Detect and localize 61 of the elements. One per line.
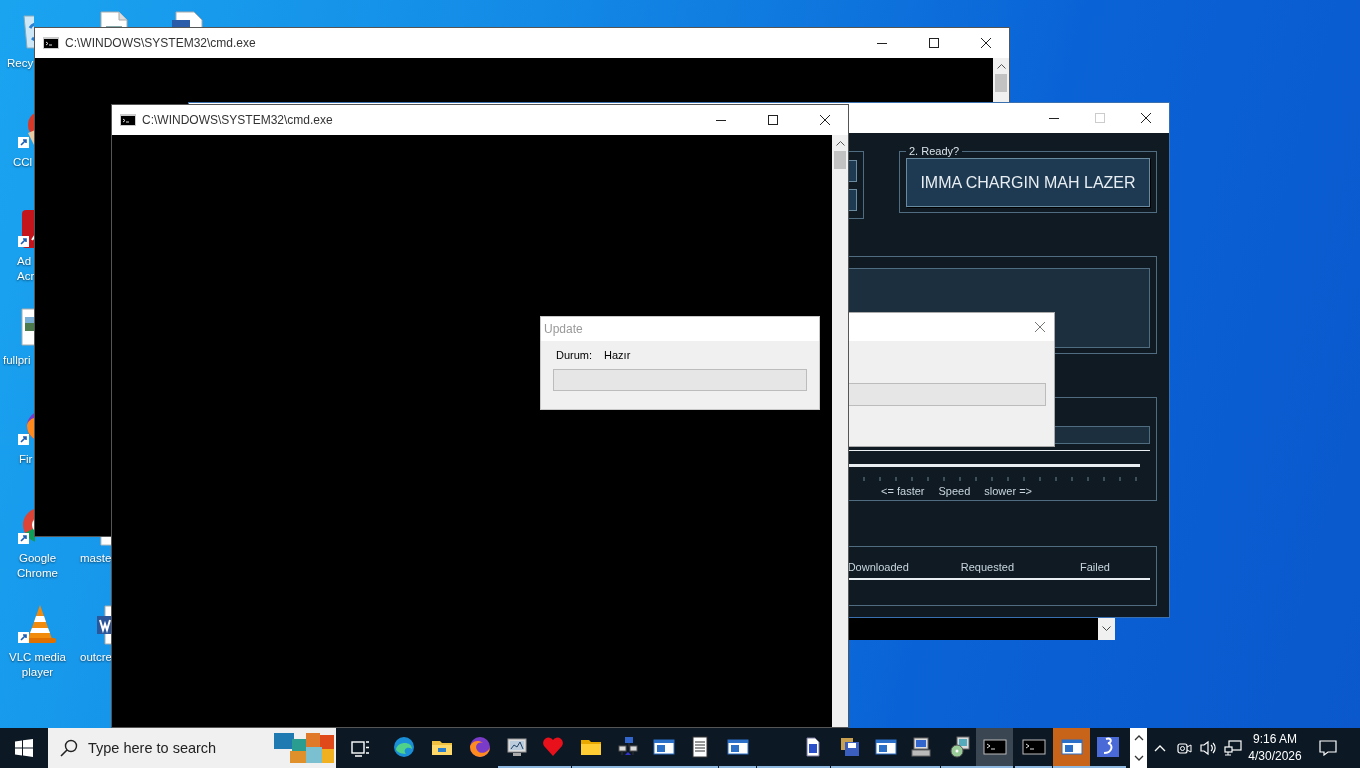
- task-view-icon[interactable]: [351, 739, 371, 757]
- speed-label: <= faster: [881, 485, 925, 497]
- scroll-thumb[interactable]: [834, 151, 846, 169]
- network-icon[interactable]: [1224, 740, 1242, 756]
- scroll-up-icon[interactable]: [996, 63, 1006, 69]
- icon-label: Google Chrome: [17, 551, 58, 581]
- speaker-icon[interactable]: [1200, 740, 1218, 756]
- search-field[interactable]: Type here to search: [48, 728, 336, 768]
- close-icon[interactable]: [1141, 113, 1151, 123]
- maximize-icon[interactable]: [929, 38, 939, 48]
- icon-label: VLC media player: [9, 650, 66, 680]
- group-legend: 2. Ready?: [906, 145, 963, 157]
- notification-icon[interactable]: [1319, 740, 1337, 756]
- window-title: Update: [544, 322, 583, 336]
- browser-icon[interactable]: [391, 735, 416, 759]
- input-field[interactable]: [1053, 426, 1150, 444]
- minimize-icon[interactable]: [716, 119, 726, 121]
- camera-icon[interactable]: [1176, 740, 1192, 756]
- column-header: Failed: [1080, 561, 1110, 573]
- console-icon: [43, 37, 59, 49]
- clock-time[interactable]: 9:16 AM: [1253, 731, 1297, 748]
- disc-icon[interactable]: [947, 735, 972, 759]
- close-icon[interactable]: [820, 115, 830, 125]
- browser-icon[interactable]: [467, 735, 492, 759]
- close-icon[interactable]: [981, 38, 991, 48]
- icon-label: Ad Acr: [16, 254, 35, 284]
- window-title: C:\WINDOWS\SYSTEM32\cmd.exe: [142, 113, 334, 127]
- swirl-icon[interactable]: [1095, 735, 1120, 759]
- windows-logo-icon[interactable]: [15, 739, 33, 757]
- scroll-up-icon[interactable]: [835, 140, 845, 146]
- window-title: C:\WINDOWS\SYSTEM32\cmd.exe: [65, 36, 257, 50]
- status-label: Durum:: [556, 349, 593, 361]
- column-header: Downloaded: [847, 561, 909, 573]
- puzzle-icon: [272, 731, 336, 765]
- monitor-icon[interactable]: [504, 735, 529, 759]
- speed-label: slower =>: [984, 485, 1032, 497]
- maximize-icon[interactable]: [768, 115, 778, 125]
- icon-label: CCl: [12, 155, 33, 170]
- column-header: Requested: [960, 561, 1015, 573]
- fire-button[interactable]: IMMA CHARGIN MAH LAZER: [906, 158, 1150, 207]
- speed-slider-track[interactable]: [848, 464, 1140, 467]
- status-value: Hazır: [604, 349, 631, 361]
- clock-date[interactable]: 4/30/2026: [1248, 748, 1302, 765]
- icon-label: Recy: [6, 56, 34, 71]
- scroll-bar[interactable]: [832, 135, 848, 727]
- icon-label: maste: [79, 551, 112, 566]
- minimize-icon[interactable]: [1049, 117, 1059, 119]
- chevron-up-icon[interactable]: [1154, 744, 1166, 752]
- search-placeholder: Type here to search: [88, 740, 218, 756]
- speed-label: Speed: [938, 485, 971, 497]
- taskbar-button[interactable]: [976, 728, 1013, 768]
- scroll-thumb[interactable]: [995, 74, 1007, 92]
- scroll-bar[interactable]: [993, 58, 1009, 104]
- computer-icon[interactable]: [909, 735, 934, 759]
- console-icon: [120, 114, 136, 126]
- minimize-icon[interactable]: [877, 42, 887, 44]
- icon-label: fullpri: [2, 353, 31, 368]
- search-icon: [60, 739, 78, 757]
- icon-label: Fir: [18, 452, 33, 467]
- icon-label: outcre: [79, 650, 112, 665]
- scroll-down-icon[interactable]: [1102, 626, 1111, 632]
